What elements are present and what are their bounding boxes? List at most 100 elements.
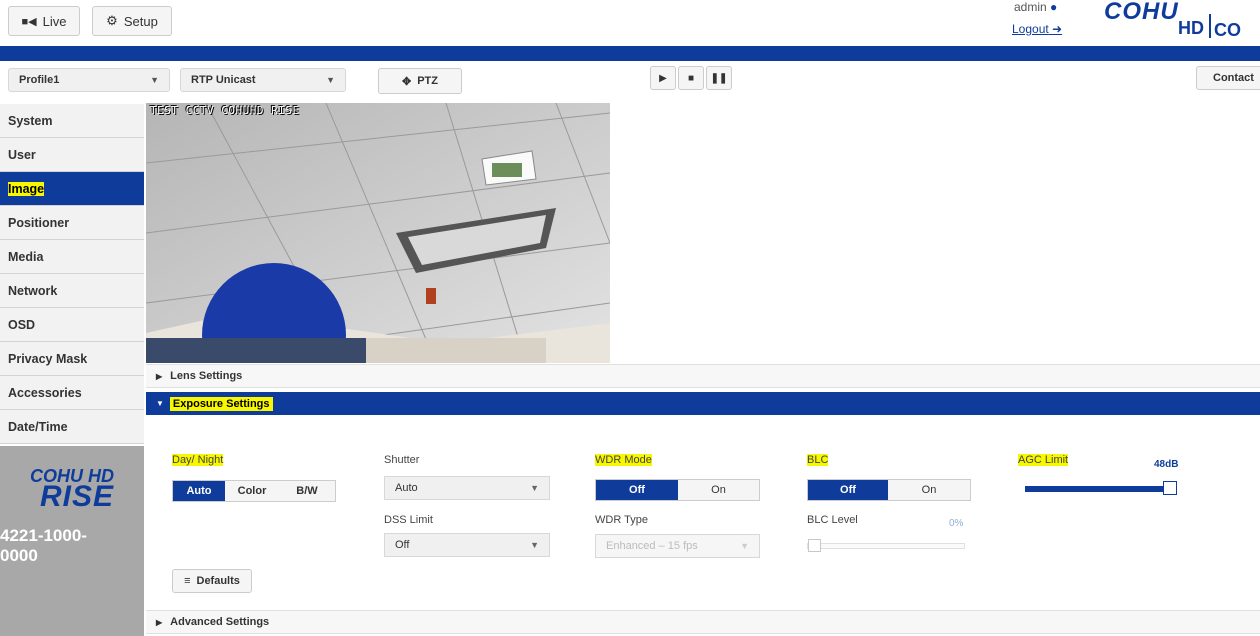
sidebar-item-user[interactable]: User xyxy=(0,138,144,172)
chevron-down-icon: ▼ xyxy=(740,541,749,551)
daynight-toggle[interactable]: Auto Color B/W xyxy=(172,480,336,502)
sidebar-item-label: Date/Time xyxy=(8,419,68,434)
crosshair-icon: ✥ xyxy=(402,75,412,88)
chevron-down-icon: ▼ xyxy=(150,75,159,85)
sidebar-item-label: Positioner xyxy=(8,215,70,230)
wdr-type-select[interactable]: Enhanced – 15 fps ▼ xyxy=(595,534,760,558)
ptz-label: PTZ xyxy=(417,75,438,87)
agc-limit-value: 48dB xyxy=(1154,459,1179,470)
stream-value: RTP Unicast xyxy=(191,74,256,86)
play-icon: ▶ xyxy=(659,72,667,84)
profile-value: Profile1 xyxy=(19,74,60,86)
sidebar-item-label: Accessories xyxy=(8,385,82,400)
advanced-settings-header[interactable]: ▶ Advanced Settings xyxy=(146,610,1260,634)
live-label: Live xyxy=(42,13,67,29)
dss-limit-label: DSS Limit xyxy=(384,514,433,526)
stop-button[interactable]: ■ xyxy=(678,66,704,90)
header-bar xyxy=(0,46,1260,61)
lens-settings-header[interactable]: ▶ Lens Settings xyxy=(146,364,1260,388)
wdr-type-label: WDR Type xyxy=(595,514,648,526)
sidebar-item-label: System xyxy=(8,113,53,128)
daynight-bw-option[interactable]: B/W xyxy=(279,481,335,501)
sidebar-item-image[interactable]: Image xyxy=(0,172,144,206)
sidebar-item-date-time[interactable]: Date/Time xyxy=(0,410,144,444)
shutter-label: Shutter xyxy=(384,454,420,466)
chevron-right-icon: ▶ xyxy=(156,617,163,627)
defaults-label: Defaults xyxy=(196,575,240,587)
user-info: admin ● xyxy=(1014,0,1057,14)
agc-limit-label: AGC Limit xyxy=(1018,454,1069,466)
blc-off-option[interactable]: Off xyxy=(808,480,888,500)
stop-icon: ■ xyxy=(687,72,695,84)
chevron-down-icon: ▼ xyxy=(326,75,335,85)
logo-text-bottom: HD xyxy=(1178,18,1204,38)
brand-panel: COHU HD RISE 4221-1000-0000 xyxy=(0,446,144,636)
camera-image xyxy=(146,103,610,363)
play-button[interactable]: ▶ xyxy=(650,66,676,90)
blc-level-slider[interactable] xyxy=(807,539,965,552)
chevron-right-icon: ▶ xyxy=(156,371,163,381)
daynight-color-option[interactable]: Color xyxy=(225,481,279,501)
dss-limit-value: Off xyxy=(395,539,410,551)
blc-level-value: 0% xyxy=(949,518,964,529)
video-feed[interactable]: TEST CCTV COHUHD RISE xyxy=(146,103,610,363)
exposure-panel: Day/ Night Auto Color B/W Shutter Auto ▼… xyxy=(146,416,1260,608)
contact-label: Contact xyxy=(1213,72,1254,84)
sidebar-item-osd[interactable]: OSD xyxy=(0,308,144,342)
sidebar-item-accessories[interactable]: Accessories xyxy=(0,376,144,410)
sidebar-item-label: OSD xyxy=(8,317,36,332)
contact-button[interactable]: Contact xyxy=(1196,66,1260,90)
sidebar-item-media[interactable]: Media xyxy=(0,240,144,274)
wdr-mode-label: WDR Mode xyxy=(595,454,652,466)
pause-icon: ❚❚ xyxy=(710,72,728,84)
defaults-button[interactable]: ≡ Defaults xyxy=(172,569,252,593)
brand-logo-bottom: RISE xyxy=(40,480,115,513)
wdr-on-option[interactable]: On xyxy=(678,480,759,500)
gear-icon: ⚙ xyxy=(106,13,118,28)
daynight-label: Day/ Night xyxy=(172,454,224,466)
logout-label: Logout xyxy=(1012,22,1049,36)
setup-label: Setup xyxy=(123,13,158,29)
wdr-mode-toggle[interactable]: Off On xyxy=(595,479,760,501)
user-icon: ● xyxy=(1050,0,1058,14)
video-overlay-text: TEST CCTV COHUHD RISE xyxy=(150,104,300,117)
agc-limit-thumb[interactable] xyxy=(1163,481,1177,495)
exposure-settings-header[interactable]: ▼ Exposure Settings xyxy=(146,392,1260,415)
dss-limit-select[interactable]: Off ▼ xyxy=(384,533,550,557)
cohu-logo: COHU HD CO xyxy=(1104,0,1260,44)
logo-text-top: COHU xyxy=(1104,0,1179,25)
profile-select[interactable]: Profile1 ▼ xyxy=(8,68,170,92)
sliders-icon: ≡ xyxy=(184,575,191,587)
chevron-down-icon: ▼ xyxy=(530,483,539,493)
sidebar-item-positioner[interactable]: Positioner xyxy=(0,206,144,240)
wdr-type-value: Enhanced – 15 fps xyxy=(606,540,698,552)
agc-limit-fill xyxy=(1025,486,1177,492)
shutter-value: Auto xyxy=(395,482,418,494)
blc-level-thumb[interactable] xyxy=(808,539,821,552)
chevron-down-icon: ▼ xyxy=(530,540,539,550)
blc-on-option[interactable]: On xyxy=(888,480,970,500)
ptz-button[interactable]: ✥ PTZ xyxy=(378,68,462,94)
pause-button[interactable]: ❚❚ xyxy=(706,66,732,90)
blc-level-label: BLC Level xyxy=(807,514,858,526)
section-title: Exposure Settings xyxy=(169,396,273,411)
live-button[interactable]: ■◀ Live xyxy=(8,6,80,36)
sidebar-item-label: User xyxy=(8,147,36,162)
logo-divider xyxy=(1209,14,1211,38)
sidebar-item-label: Image xyxy=(8,181,45,196)
sidebar-item-label: Privacy Mask xyxy=(8,351,88,366)
sidebar-item-privacy-mask[interactable]: Privacy Mask xyxy=(0,342,144,376)
setup-button[interactable]: ⚙ Setup xyxy=(92,6,172,36)
blc-toggle[interactable]: Off On xyxy=(807,479,971,501)
shutter-select[interactable]: Auto ▼ xyxy=(384,476,550,500)
daynight-auto-option[interactable]: Auto xyxy=(173,481,225,501)
stream-select[interactable]: RTP Unicast ▼ xyxy=(180,68,346,92)
logout-icon: ➜ xyxy=(1052,22,1063,36)
section-title: Advanced Settings xyxy=(170,616,270,628)
logout-link[interactable]: Logout ➜ xyxy=(1012,22,1062,36)
blc-label: BLC xyxy=(807,454,829,466)
sidebar-item-network[interactable]: Network xyxy=(0,274,144,308)
wdr-off-option[interactable]: Off xyxy=(596,480,678,500)
agc-limit-slider[interactable] xyxy=(1025,481,1177,495)
sidebar-item-system[interactable]: System xyxy=(0,104,144,138)
